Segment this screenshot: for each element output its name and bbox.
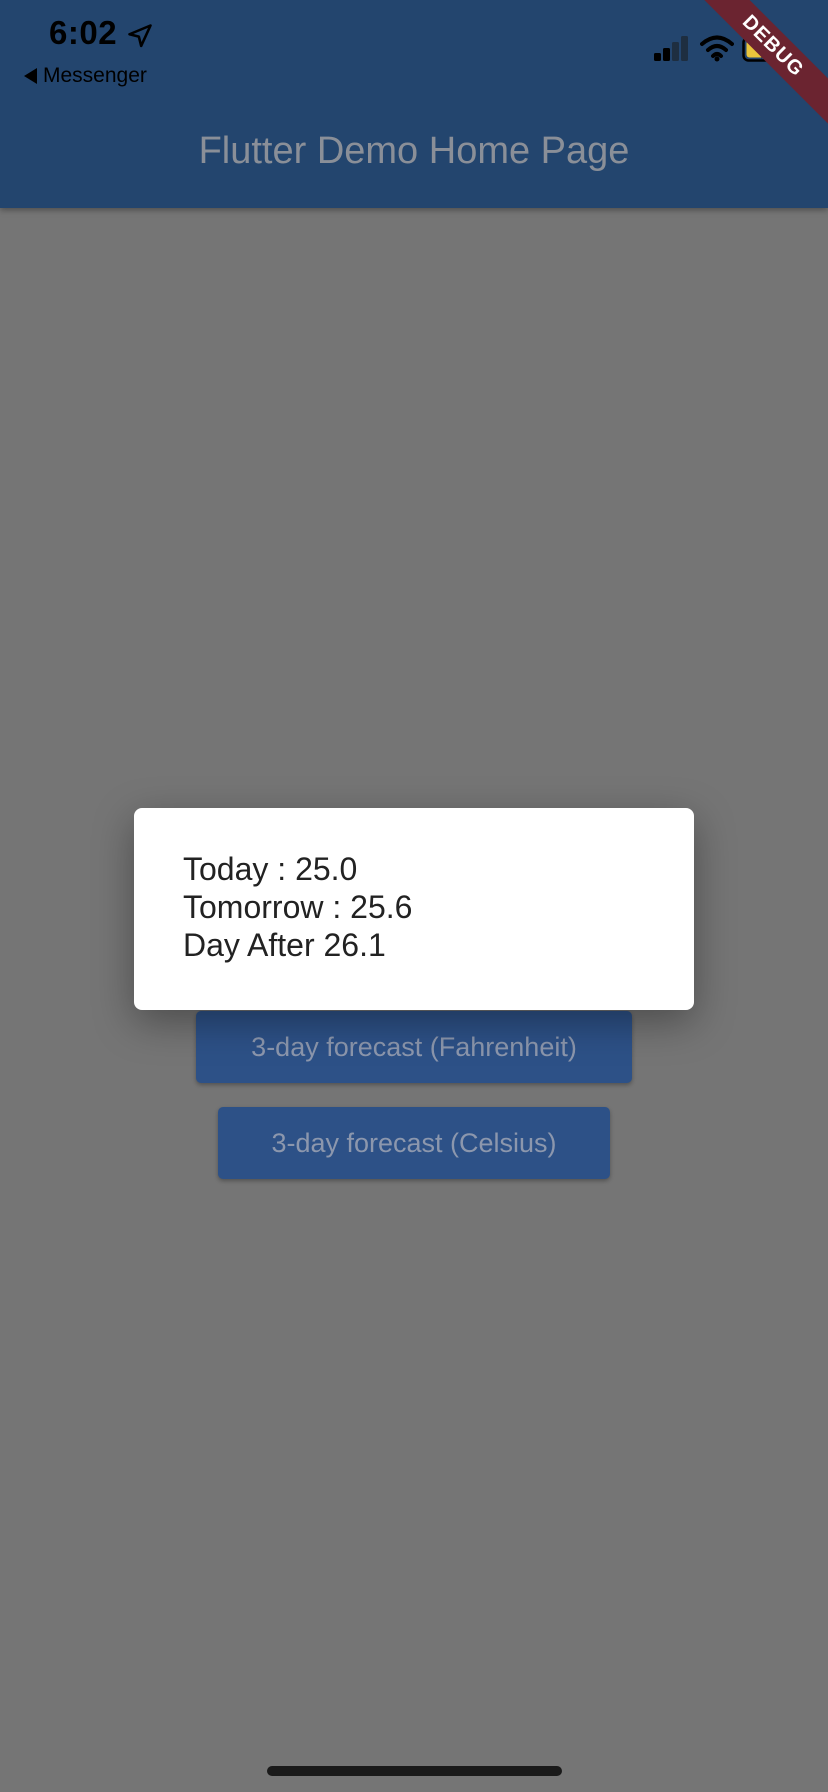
- forecast-dialog: Today : 25.0 Tomorrow : 25.6 Day After 2…: [134, 808, 694, 1010]
- fahrenheit-forecast-button[interactable]: 3-day forecast (Fahrenheit): [196, 1011, 632, 1083]
- back-to-app-link[interactable]: Messenger: [24, 64, 147, 88]
- status-time: 6:02: [49, 14, 118, 51]
- home-indicator[interactable]: [267, 1766, 562, 1776]
- forecast-lines: Today : 25.0 Tomorrow : 25.6 Day After 2…: [183, 850, 412, 964]
- forecast-day-after: Day After 26.1: [183, 927, 386, 963]
- forecast-tomorrow: Tomorrow : 25.6: [183, 889, 413, 925]
- celsius-forecast-button[interactable]: 3-day forecast (Celsius): [218, 1107, 610, 1179]
- forecast-today: Today : 25.0: [183, 851, 358, 887]
- app-bar: 6:02 Messenger Flutter Demo Home Page: [0, 0, 828, 208]
- app-title: Flutter Demo Home Page: [198, 130, 630, 172]
- location-arrow-icon: [128, 24, 152, 48]
- cellular-signal-icon: [654, 36, 688, 61]
- back-arrow-icon: [24, 68, 37, 84]
- back-app-label: Messenger: [43, 64, 147, 87]
- wifi-icon: [700, 35, 734, 62]
